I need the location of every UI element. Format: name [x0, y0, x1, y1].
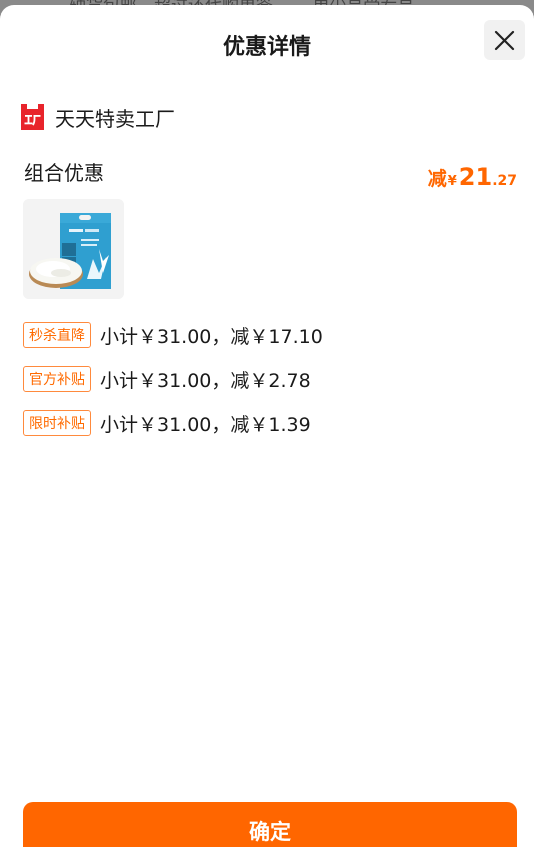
confirm-button[interactable]: 确定 — [23, 802, 517, 847]
discount-text: 小计￥31.00，减￥2.78 — [100, 369, 311, 392]
savings-prefix: 减 — [427, 168, 447, 190]
shop-name: 天天特卖工厂 — [55, 106, 175, 131]
discount-list: 秒杀直降 小计￥31.00，减￥17.10 官方补贴 小计￥31.00，减￥2.… — [23, 321, 323, 453]
savings-decimal: .27 — [492, 173, 517, 189]
savings-integer: 21 — [458, 163, 493, 191]
discount-row: 限时补贴 小计￥31.00，减￥1.39 — [23, 409, 323, 437]
shop-header[interactable]: 天天特卖工厂 — [20, 102, 175, 132]
close-icon — [494, 30, 515, 51]
discount-detail-sheet: 优惠详情 天天特卖工厂 组合优惠 减 ¥ 21 .27 秒杀直降 小计￥31.0… — [0, 5, 534, 847]
combo-discount-label: 组合优惠 — [24, 161, 104, 185]
discount-tag: 秒杀直降 — [23, 322, 91, 348]
discount-row: 秒杀直降 小计￥31.00，减￥17.10 — [23, 321, 323, 349]
discount-text: 小计￥31.00，减￥1.39 — [100, 413, 311, 436]
rice-bag-image — [23, 199, 124, 299]
discount-text: 小计￥31.00，减￥17.10 — [100, 325, 323, 348]
product-thumbnail[interactable] — [23, 199, 124, 299]
discount-tag: 限时补贴 — [23, 410, 91, 436]
factory-logo-icon — [21, 104, 44, 130]
discount-row: 官方补贴 小计￥31.00，减￥2.78 — [23, 365, 323, 393]
discount-tag: 官方补贴 — [23, 366, 91, 392]
total-savings: 减 ¥ 21 .27 — [428, 163, 517, 191]
close-button[interactable] — [484, 20, 525, 60]
sheet-title: 优惠详情 — [222, 35, 311, 60]
savings-currency: ¥ — [447, 174, 457, 189]
